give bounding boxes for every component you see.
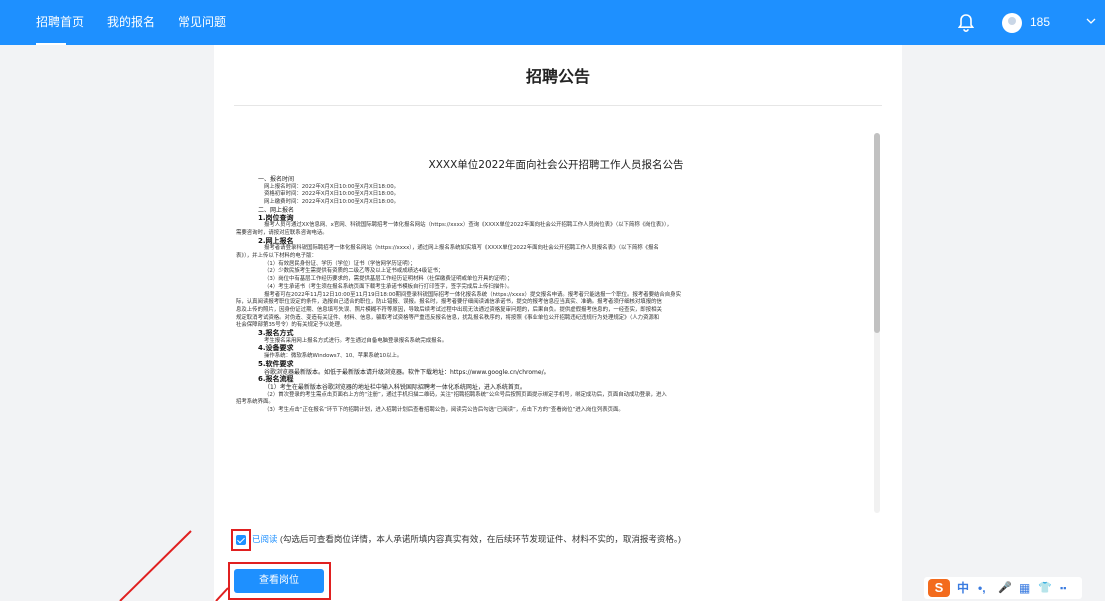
microphone-icon[interactable]: 🎤 [998, 579, 1012, 597]
bell-icon[interactable] [958, 14, 974, 32]
document-title: XXXX单位2022年面向社会公开招聘工作人员报名公告 [428, 159, 684, 171]
divider [234, 105, 882, 106]
nav-active-indicator [36, 43, 66, 45]
document-line: （3）考生点击“正在报名”环节下的招聘计划，进入招聘计划后查看招聘公告，阅读完公… [264, 407, 624, 413]
username[interactable]: 185 [1030, 0, 1050, 45]
chinese-mode-toggle[interactable]: 中 [957, 579, 969, 597]
announcement-document[interactable]: XXXX单位2022年面向社会公开招聘工作人员报名公告 一、报名时间 网上报名时间… [236, 137, 876, 515]
avatar[interactable] [1002, 13, 1022, 33]
scrollbar-thumb[interactable] [874, 133, 880, 333]
agreement-text: (勾选后可查看岗位详情，本人承诺所填内容真实有效，在后续环节发现证件、材料不实的… [280, 534, 681, 544]
read-link[interactable]: 已阅读 [252, 533, 278, 545]
skin-icon[interactable]: 👕 [1038, 579, 1052, 597]
top-nav-bar: 招聘首页 我的报名 常见问题 185 [0, 0, 1105, 45]
chevron-down-icon[interactable] [1086, 17, 1096, 25]
keyboard-icon[interactable]: ▦ [1019, 579, 1030, 597]
agreement-checkbox[interactable] [236, 535, 246, 545]
toolbox-icon[interactable]: ▪▪ [1060, 579, 1066, 597]
view-positions-button[interactable]: 查看岗位 [234, 569, 324, 593]
page-title: 招聘公告 [525, 69, 590, 86]
nav-home[interactable]: 招聘首页 [36, 0, 84, 45]
announcement-card: 招聘公告 XXXX单位2022年面向社会公开招聘工作人员报名公告 一、报名时间网… [214, 45, 902, 601]
ime-toolbar[interactable]: S 中 •, 🎤 ▦ 👕 ▪▪ [924, 577, 1082, 599]
nav-my-applications[interactable]: 我的报名 [107, 0, 155, 45]
nav-faq[interactable]: 常见问题 [178, 0, 226, 45]
punctuation-icon[interactable]: •, [978, 579, 986, 597]
sogou-logo-icon[interactable]: S [928, 579, 950, 597]
